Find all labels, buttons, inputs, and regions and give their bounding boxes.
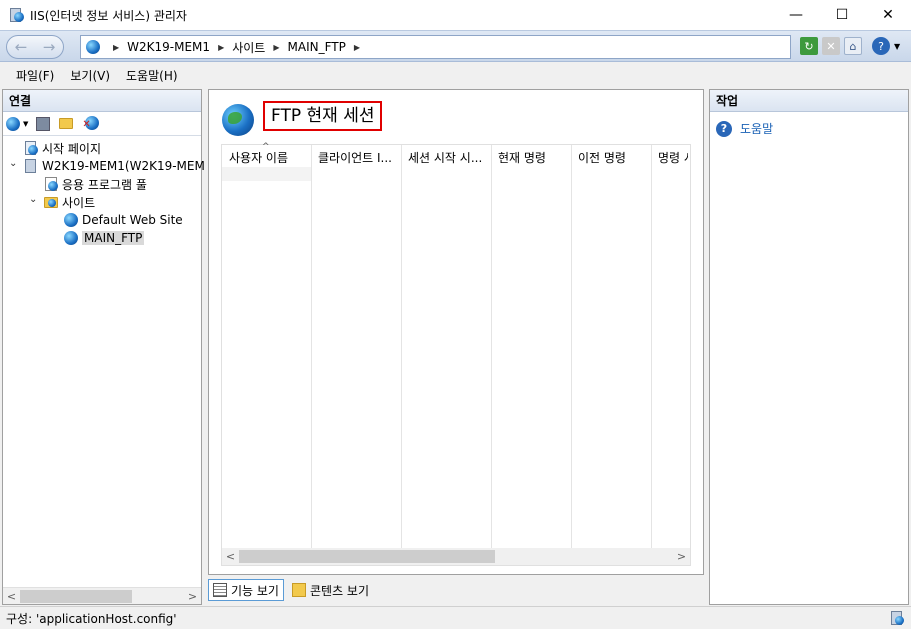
address-bar[interactable]: ▶ W2K19-MEM1 ▶ 사이트 ▶ MAIN_FTP ▶: [80, 35, 791, 59]
tree-item-sites[interactable]: 사이트: [43, 193, 95, 211]
column-user-name[interactable]: 사용자 이름 ^: [222, 142, 312, 549]
list-horizontal-scrollbar[interactable]: < >: [222, 548, 690, 565]
window-title: IIS(인터넷 정보 서비스) 관리자: [30, 8, 187, 23]
server-icon: [23, 158, 39, 174]
navigation-bar: ← → ▶ W2K19-MEM1 ▶ 사이트 ▶ MAIN_FTP ▶ ↻ ✕ …: [0, 30, 911, 62]
features-view-icon: [213, 583, 227, 597]
chevron-down-icon[interactable]: ⌄: [29, 194, 37, 205]
ftp-globe-icon: [222, 104, 254, 136]
menu-help[interactable]: 도움말(H): [118, 67, 186, 84]
scroll-right-icon[interactable]: >: [184, 588, 201, 605]
action-help[interactable]: ? 도움말: [716, 120, 773, 137]
scroll-right-icon[interactable]: >: [673, 548, 690, 565]
column-header[interactable]: 사용자 이름: [229, 149, 288, 166]
actions-panel: 작업 ? 도움말: [709, 89, 909, 605]
tree-item-default-web-site[interactable]: Default Web Site: [63, 211, 183, 229]
breadcrumb-separator[interactable]: ▶: [113, 43, 119, 52]
status-text: 구성: 'applicationHost.config': [6, 611, 177, 626]
breadcrumb-separator[interactable]: ▶: [273, 43, 279, 52]
maximize-button[interactable]: ☐: [819, 0, 865, 30]
sort-ascending-icon: ^: [262, 142, 270, 152]
server-status-icon: [889, 610, 905, 626]
nav-tools: ↻ ✕ ⌂ ? ▼: [800, 37, 900, 55]
connect-globe-icon[interactable]: [5, 115, 23, 133]
column-command-time[interactable]: 명령 시: [652, 145, 690, 549]
close-button[interactable]: ✕: [865, 0, 911, 30]
title-bar: IIS(인터넷 정보 서비스) 관리자 — ☐ ✕: [0, 0, 911, 30]
scrollbar-thumb[interactable]: [20, 590, 132, 603]
nav-arrows: ← →: [6, 35, 64, 59]
forward-arrow-icon[interactable]: →: [43, 38, 56, 56]
scroll-left-icon[interactable]: <: [3, 588, 20, 605]
website-globe-icon: [63, 212, 79, 228]
breadcrumb-server[interactable]: W2K19-MEM1: [127, 40, 210, 54]
column-previous-command[interactable]: 이전 명령: [572, 145, 652, 549]
column-header[interactable]: 클라이언트 I...: [318, 149, 398, 166]
column-header[interactable]: 현재 명령: [498, 149, 546, 166]
tree-item-main-ftp[interactable]: MAIN_FTP: [63, 229, 145, 247]
column-session-start[interactable]: 세션 시작 시...: [402, 145, 492, 549]
refresh-icon[interactable]: ↻: [800, 37, 818, 55]
start-page-icon: [23, 140, 39, 156]
chevron-down-icon[interactable]: ⌄: [9, 158, 17, 169]
breadcrumb-sites[interactable]: 사이트: [232, 39, 265, 56]
status-bar: 구성: 'applicationHost.config': [0, 606, 911, 629]
home-icon[interactable]: ⌂: [844, 37, 862, 55]
help-icon: ?: [716, 120, 732, 137]
column-header[interactable]: 이전 명령: [578, 149, 626, 166]
tab-features-view[interactable]: 기능 보기: [208, 579, 284, 601]
tab-content-view[interactable]: 콘텐츠 보기: [288, 579, 373, 601]
column-header[interactable]: 세션 시작 시...: [408, 149, 488, 166]
minimize-button[interactable]: —: [773, 0, 819, 30]
up-folder-icon[interactable]: [58, 115, 76, 133]
help-link[interactable]: 도움말: [740, 120, 773, 137]
save-icon[interactable]: [34, 115, 52, 133]
chevron-down-icon[interactable]: ▼: [894, 42, 900, 51]
content-view-icon: [291, 583, 306, 597]
menu-file[interactable]: 파일(F): [8, 67, 62, 84]
connections-header: 연결: [3, 90, 201, 112]
breadcrumb-main-ftp[interactable]: MAIN_FTP: [288, 40, 346, 54]
tree-item-start-page[interactable]: 시작 페이지: [23, 139, 101, 157]
disconnect-icon[interactable]: ✕: [82, 115, 100, 133]
column-client-ip[interactable]: 클라이언트 I...: [312, 145, 402, 549]
iis-app-icon: [8, 7, 24, 23]
scrollbar-thumb[interactable]: [239, 550, 495, 563]
app-pool-icon: [43, 176, 59, 192]
menu-view[interactable]: 보기(V): [62, 67, 118, 84]
page-title: FTP 현재 세션: [263, 101, 383, 131]
connections-horizontal-scrollbar[interactable]: < >: [3, 587, 201, 604]
help-dropdown-icon[interactable]: ?: [872, 37, 890, 55]
back-arrow-icon[interactable]: ←: [15, 38, 28, 56]
breadcrumb-separator[interactable]: ▶: [218, 43, 224, 52]
column-header[interactable]: 명령 시: [658, 149, 688, 166]
connections-toolbar: ▼ ✕: [3, 112, 201, 136]
connections-tree: 시작 페이지 ⌄ W2K19-MEM1(W2K19-MEM 응용 프로그램 풀 …: [3, 136, 205, 245]
view-tabs: 기능 보기 콘텐츠 보기: [208, 578, 373, 602]
stop-icon[interactable]: ✕: [822, 37, 840, 55]
actions-header: 작업: [710, 90, 908, 112]
column-current-command[interactable]: 현재 명령: [492, 145, 572, 549]
breadcrumb-separator[interactable]: ▶: [354, 43, 360, 52]
connections-panel: 연결 ▼ ✕ 시작 페이지 ⌄ W2K19-MEM1(W2K19-MEM 응용 …: [2, 89, 205, 605]
tree-item-server[interactable]: W2K19-MEM1(W2K19-MEM: [23, 157, 205, 175]
tree-item-app-pools[interactable]: 응용 프로그램 풀: [43, 175, 147, 193]
chevron-down-icon[interactable]: ▼: [23, 120, 28, 128]
scroll-left-icon[interactable]: <: [222, 548, 239, 565]
menu-bar: 파일(F) 보기(V) 도움말(H): [0, 63, 911, 87]
sites-folder-icon: [43, 194, 59, 210]
main-content-panel: FTP 현재 세션 사용자 이름 ^ 클라이언트 I... 세션 시작 시...…: [208, 89, 704, 575]
sessions-list: 사용자 이름 ^ 클라이언트 I... 세션 시작 시... 현재 명령 이전 …: [221, 142, 691, 566]
globe-icon: [85, 39, 101, 55]
ftp-site-globe-icon: [63, 230, 79, 246]
